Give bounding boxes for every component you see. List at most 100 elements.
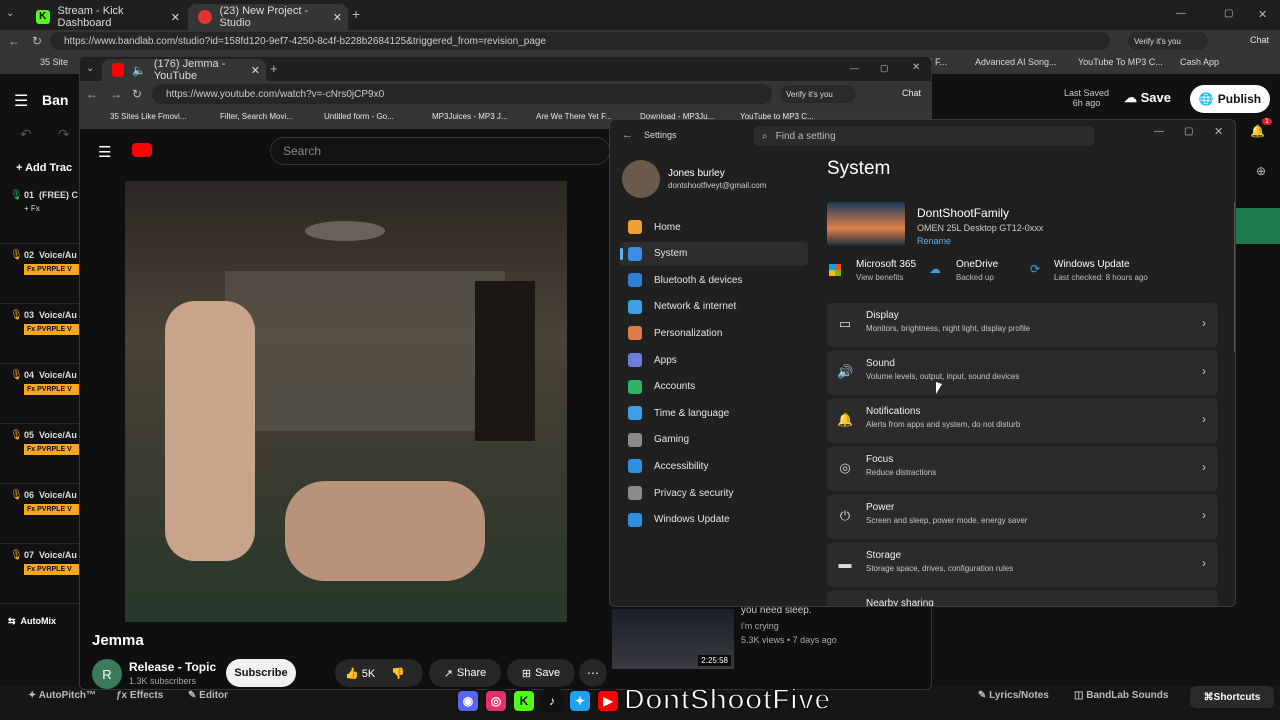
- channel-name[interactable]: Release - Topic: [129, 660, 216, 674]
- address-bar[interactable]: https://www.youtube.com/watch?v=-cNrs0jC…: [152, 84, 772, 104]
- yt-menu-icon[interactable]: ☰: [98, 143, 111, 161]
- notifications-bell-icon[interactable]: 🔔: [1250, 124, 1265, 138]
- sounds-button[interactable]: ◫ BandLab Sounds: [1074, 690, 1168, 701]
- settings-item-power[interactable]: ⏻ Power Screen and sleep, power mode, ener…: [827, 495, 1218, 539]
- fx-chip[interactable]: Fx PVRPLE V: [24, 264, 80, 275]
- nav-item-windows-update[interactable]: Windows Update: [620, 508, 808, 532]
- nav-item-personalization[interactable]: Personalization: [620, 321, 808, 345]
- minimize-icon[interactable]: —: [850, 63, 859, 73]
- bookmark-item[interactable]: Are We There Yet F...: [536, 112, 612, 121]
- editor-button[interactable]: ✎ Editor: [188, 690, 228, 701]
- back-icon[interactable]: ←: [622, 129, 633, 141]
- chat-button[interactable]: Chat: [902, 88, 921, 98]
- track-row[interactable]: 🎙 07 Voice/Au Fx PVRPLE V: [0, 544, 80, 604]
- close-window-icon[interactable]: ✕: [912, 62, 920, 73]
- nav-item-bluetooth-devices[interactable]: Bluetooth & devices: [620, 268, 808, 292]
- video-player[interactable]: [125, 181, 567, 622]
- close-window-icon[interactable]: ✕: [1214, 125, 1223, 138]
- close-window-icon[interactable]: ✕: [1258, 8, 1267, 21]
- track-row[interactable]: 🎙 05 Voice/Au Fx PVRPLE V: [0, 424, 80, 484]
- like-button[interactable]: 👍 5K: [345, 667, 375, 680]
- tab-youtube-jemma[interactable]: 🔈 (176) Jemma - YouTube ✕: [102, 58, 266, 82]
- new-tab-icon[interactable]: +: [352, 6, 360, 22]
- address-bar[interactable]: https://www.bandlab.com/studio?id=158fd1…: [50, 32, 1110, 50]
- publish-button[interactable]: 🌐 Publish: [1190, 85, 1270, 113]
- nav-item-accounts[interactable]: Accounts: [620, 375, 808, 399]
- bookmark-item[interactable]: YouTube To MP3 C...: [1078, 57, 1163, 67]
- reload-icon[interactable]: ↻: [132, 87, 142, 101]
- youtube-logo-icon[interactable]: [132, 143, 152, 157]
- scrollbar[interactable]: [1234, 202, 1235, 352]
- settings-item-notifications[interactable]: 🔔 Notifications Alerts from apps and syste…: [827, 399, 1218, 443]
- back-icon[interactable]: ←: [86, 87, 98, 101]
- settings-item-sound[interactable]: 🔊 Sound Volume levels, output, input, soun…: [827, 351, 1218, 395]
- tab-close-icon[interactable]: ✕: [171, 11, 180, 24]
- bookmark-item[interactable]: MP3Juices - MP3 J...: [432, 112, 508, 121]
- nav-item-network-internet[interactable]: Network & internet: [620, 295, 808, 319]
- save-button[interactable]: ☁ Save: [1124, 90, 1171, 106]
- user-avatar[interactable]: [622, 160, 660, 198]
- reload-icon[interactable]: ↻: [32, 34, 42, 48]
- minimize-icon[interactable]: —: [1176, 8, 1186, 19]
- zoom-icon[interactable]: ⊕: [1256, 164, 1266, 178]
- fx-chip[interactable]: Fx PVRPLE V: [24, 564, 80, 575]
- settings-item-nearby-sharing[interactable]: Nearby sharing ›: [827, 591, 1218, 606]
- rec-channel[interactable]: i'm crying: [741, 621, 779, 631]
- channel-avatar[interactable]: R: [92, 659, 122, 689]
- track-row[interactable]: 🎙 03 Voice/Au Fx PVRPLE V: [0, 304, 80, 364]
- add-fx-button[interactable]: + Fx: [24, 204, 40, 213]
- bookmark-item[interactable]: Untitled form - Go...: [324, 112, 394, 121]
- automix-toggle[interactable]: ⇆ AutoMix: [8, 616, 56, 627]
- lyrics-button[interactable]: ✎ Lyrics/Notes: [978, 690, 1049, 701]
- track-row[interactable]: 🎙 01 (FREE) C + Fx: [0, 184, 80, 244]
- track-row[interactable]: 🎙 02 Voice/Au Fx PVRPLE V: [0, 244, 80, 304]
- bookmark-item[interactable]: Cash App: [1180, 57, 1219, 67]
- fx-chip[interactable]: Fx PVRPLE V: [24, 444, 80, 455]
- tab-close-icon[interactable]: ✕: [251, 64, 260, 77]
- device-wallpaper-thumbnail[interactable]: [827, 202, 905, 246]
- fx-chip[interactable]: Fx PVRPLE V: [24, 324, 80, 335]
- tab-bandlab-project[interactable]: (23) New Project - Studio ✕: [188, 4, 348, 30]
- tab-close-icon[interactable]: ✕: [333, 11, 342, 24]
- track-row[interactable]: 🎙 06 Voice/Au Fx PVRPLE V: [0, 484, 80, 544]
- maximize-icon[interactable]: ▢: [1184, 126, 1193, 137]
- bookmark-item[interactable]: Filter, Search Movi...: [220, 112, 293, 121]
- nav-item-home[interactable]: Home: [620, 215, 808, 239]
- settings-search-input[interactable]: ⌕ Find a setting: [754, 126, 1094, 146]
- onedrive-status[interactable]: ☁ OneDrive Backed up: [927, 258, 1027, 288]
- undo-icon[interactable]: ↶: [20, 126, 32, 143]
- effects-button[interactable]: ƒx Effects: [116, 690, 163, 701]
- dislike-icon[interactable]: 👎: [391, 667, 405, 680]
- maximize-icon[interactable]: ▢: [1224, 8, 1233, 19]
- minimize-icon[interactable]: —: [1154, 126, 1164, 137]
- nav-item-gaming[interactable]: Gaming: [620, 428, 808, 452]
- forward-icon[interactable]: →: [110, 87, 122, 101]
- back-icon[interactable]: ←: [8, 34, 20, 48]
- nav-item-time-language[interactable]: Time & language: [620, 401, 808, 425]
- settings-item-display[interactable]: ▭ Display Monitors, brightness, night ligh…: [827, 303, 1218, 347]
- fx-chip[interactable]: Fx PVRPLE V: [24, 504, 80, 515]
- chat-button[interactable]: Chat: [1250, 35, 1269, 45]
- nav-item-privacy-security[interactable]: Privacy & security: [620, 481, 808, 505]
- rec-thumbnail[interactable]: 2:25:58: [612, 609, 734, 669]
- tab-kick-dashboard[interactable]: K Stream - Kick Dashboard ✕: [26, 4, 186, 30]
- bookmark-item[interactable]: 35 Sites Like Fmovi...: [110, 112, 186, 121]
- subscribe-button[interactable]: Subscribe: [226, 659, 296, 687]
- settings-item-storage[interactable]: ▬ Storage Storage space, drives, configura…: [827, 543, 1218, 587]
- nav-item-system[interactable]: System: [620, 241, 808, 266]
- redo-icon[interactable]: ↷: [58, 126, 70, 143]
- nav-item-accessibility[interactable]: Accessibility: [620, 454, 808, 478]
- menu-icon[interactable]: ☰: [14, 91, 28, 111]
- fx-chip[interactable]: Fx PVRPLE V: [24, 384, 80, 395]
- verify-button[interactable]: Verify it's you: [780, 85, 856, 103]
- verify-button[interactable]: Verify it's you: [1128, 32, 1208, 50]
- tab-search-chevron-icon[interactable]: ⌄: [86, 63, 94, 74]
- rename-link[interactable]: Rename: [917, 236, 951, 246]
- maximize-icon[interactable]: ▢: [880, 63, 889, 74]
- bookmark-item[interactable]: 35 Site: [40, 57, 68, 67]
- audio-clip-waveform[interactable]: [1236, 208, 1280, 244]
- tab-search-chevron-icon[interactable]: ⌄: [6, 8, 14, 19]
- nav-item-apps[interactable]: Apps: [620, 348, 808, 372]
- bookmark-item[interactable]: Advanced AI Song...: [975, 57, 1057, 67]
- yt-search-input[interactable]: Search: [270, 137, 610, 165]
